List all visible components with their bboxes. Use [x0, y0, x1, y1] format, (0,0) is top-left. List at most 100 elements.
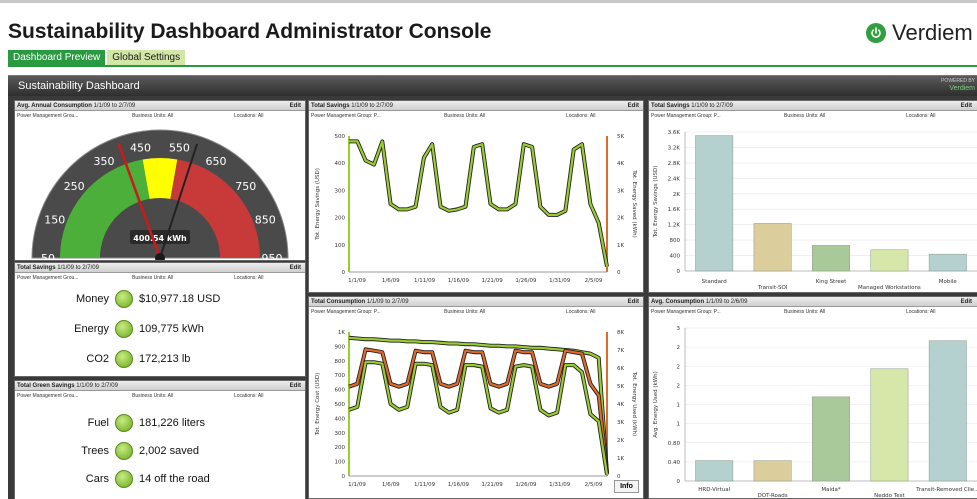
panel-range: 1/1/09 to 2/6/09	[705, 299, 748, 305]
x-tick-label: 1/31/09	[549, 278, 571, 284]
y2-tick-label: 1K	[617, 456, 624, 462]
y2-tick-label: 7K	[617, 348, 624, 354]
metric-money: Money $10,977.18 USD	[15, 290, 220, 308]
y-tick-label: 0.40	[668, 460, 681, 466]
metric-label: Money	[75, 293, 109, 305]
y-tick-label: 500	[335, 134, 346, 140]
filter-pmg[interactable]: Power Management Group: P...	[651, 112, 721, 121]
avg-consumption-bar-chart: 0 0.40 0.80 1 1 2 2 2 3 Avg. Energy Used (kWh) HRD…	[653, 326, 977, 498]
x-tick-label: 1/6/09	[382, 482, 400, 488]
y-tick-label: 400	[670, 254, 681, 260]
y-tick-label: 100	[335, 243, 346, 249]
y2-tick-label: 4K	[617, 161, 624, 167]
metric-value: 2,002 saved	[139, 445, 199, 457]
y2-tick-label: 8K	[617, 330, 624, 336]
filter-business-units[interactable]: Business Units: All	[784, 112, 825, 121]
panel-avg-consumption-bar: Avg. Consumption 1/1/09 to 2/6/09 Edit P…	[648, 296, 977, 499]
tab-global-settings[interactable]: Global Settings	[107, 50, 186, 65]
tab-dashboard-preview[interactable]: Dashboard Preview	[8, 50, 106, 65]
filter-locations[interactable]: Locations: All	[234, 392, 263, 401]
y-tick-label: 1K	[338, 330, 345, 336]
filter-business-units[interactable]: Business Units: All	[784, 308, 825, 317]
consumption-line-chart: 01002003004005006007008009001K01K2K3K4K5…	[315, 330, 637, 488]
panel-filters: Power Management Group: P... Business Un…	[651, 112, 977, 121]
money-icon	[115, 290, 133, 308]
y-tick-label: 500	[335, 402, 346, 408]
edit-button[interactable]: Edit	[961, 101, 972, 111]
filter-business-units[interactable]: Business Units: All	[132, 274, 173, 283]
metric-label: Energy	[74, 323, 109, 335]
filter-pmg[interactable]: Power Management Grou...	[17, 274, 78, 283]
metric-cars: Cars 14 off the road	[15, 470, 210, 488]
filter-business-units[interactable]: Business Units: All	[444, 112, 485, 121]
y2-axis-label: Tot. Energy Saved (kWh)	[631, 169, 637, 238]
panel-title: Total Savings	[17, 265, 56, 271]
bar	[695, 460, 734, 482]
filter-locations[interactable]: Locations: All	[906, 112, 935, 121]
y-tick-label: 1	[677, 403, 681, 409]
y-tick-label: 400	[335, 161, 346, 167]
filter-locations[interactable]: Locations: All	[234, 274, 263, 283]
bulb-icon	[115, 320, 133, 338]
info-button[interactable]: Info	[614, 480, 639, 493]
filter-pmg[interactable]: Power Management Group: P...	[311, 308, 381, 317]
panel-title: Total Savings	[311, 103, 350, 109]
series-line-shadow	[348, 335, 609, 474]
panel-header: Total Savings 1/1/09 to 2/7/09 Edit	[649, 101, 977, 111]
x-tick-label: 2/5/09	[585, 482, 603, 488]
panel-header: Total Savings 1/1/09 to 2/7/09 Edit	[309, 101, 643, 111]
x-tick-label: Managed Workstations	[858, 285, 921, 291]
fuel-icon	[115, 414, 133, 432]
bar	[812, 396, 850, 482]
edit-button[interactable]: Edit	[290, 101, 301, 111]
y-tick-label: 3	[677, 326, 681, 332]
panel-range: 1/1/09 to 2/7/09	[93, 103, 136, 109]
filter-locations[interactable]: Locations: All	[566, 112, 595, 121]
edit-button[interactable]: Edit	[290, 381, 301, 391]
filter-pmg[interactable]: Power Management Grou...	[17, 112, 78, 121]
edit-button[interactable]: Edit	[628, 101, 639, 111]
x-tick-label: 1/16/09	[448, 482, 470, 488]
panel-range: 1/1/09 to 2/7/09	[691, 103, 733, 109]
filter-pmg[interactable]: Power Management Group: P...	[651, 308, 721, 317]
co2-icon	[115, 350, 133, 368]
filter-pmg[interactable]: Power Management Group: P...	[311, 112, 381, 121]
y2-tick-label: 6K	[617, 366, 624, 372]
y-tick-label: 0	[342, 474, 346, 480]
filter-business-units[interactable]: Business Units: All	[132, 392, 173, 401]
x-tick-label: Neddo Test	[874, 493, 905, 498]
bar	[870, 368, 909, 482]
gauge-tick-label: 750	[235, 180, 256, 193]
filter-locations[interactable]: Locations: All	[234, 112, 263, 121]
filter-locations[interactable]: Locations: All	[566, 308, 595, 317]
metric-value: 181,226 liters	[139, 417, 206, 429]
edit-button[interactable]: Edit	[628, 297, 639, 307]
tab-bar: Dashboard Preview Global Settings	[8, 50, 186, 65]
panel-total-savings-metrics: Total Savings 1/1/09 to 2/7/09 Edit Powe…	[14, 262, 306, 377]
x-tick-label: 1/11/09	[414, 278, 436, 284]
metric-value: $10,977.18 USD	[139, 293, 221, 305]
edit-button[interactable]: Edit	[961, 297, 972, 307]
gauge-tick-label: 950	[262, 252, 283, 261]
y-tick-label: 0	[342, 270, 346, 276]
y2-tick-label: 3K	[617, 420, 624, 426]
x-tick-label: Mobile	[939, 279, 958, 285]
y-tick-label: 2	[677, 364, 681, 370]
bar	[753, 223, 792, 272]
filter-business-units[interactable]: Business Units: All	[444, 308, 485, 317]
panel-total-savings-line: Total Savings 1/1/09 to 2/7/09 Edit Powe…	[308, 100, 644, 293]
filter-locations[interactable]: Locations: All	[906, 308, 935, 317]
metric-label: Fuel	[87, 417, 109, 429]
x-tick-label: 1/1/09	[348, 482, 366, 488]
app-title: Sustainability Dashboard Administrator C…	[8, 20, 492, 43]
panel-header: Total Savings 1/1/09 to 2/7/09 Edit	[15, 263, 305, 273]
x-tick-label: 1/21/09	[482, 482, 504, 488]
filter-pmg[interactable]: Power Management Grou...	[17, 392, 78, 401]
y-tick-label: 100	[335, 460, 346, 466]
filter-business-units[interactable]: Business Units: All	[132, 112, 173, 121]
x-tick-label: Transit-SOI	[757, 285, 788, 291]
edit-button[interactable]: Edit	[290, 263, 301, 273]
app-root: Sustainability Dashboard Administrator C…	[0, 0, 977, 499]
y2-axis-label: Tot. Energy Used (kWh)	[631, 371, 637, 436]
y-tick-label: 2.8K	[668, 161, 681, 167]
